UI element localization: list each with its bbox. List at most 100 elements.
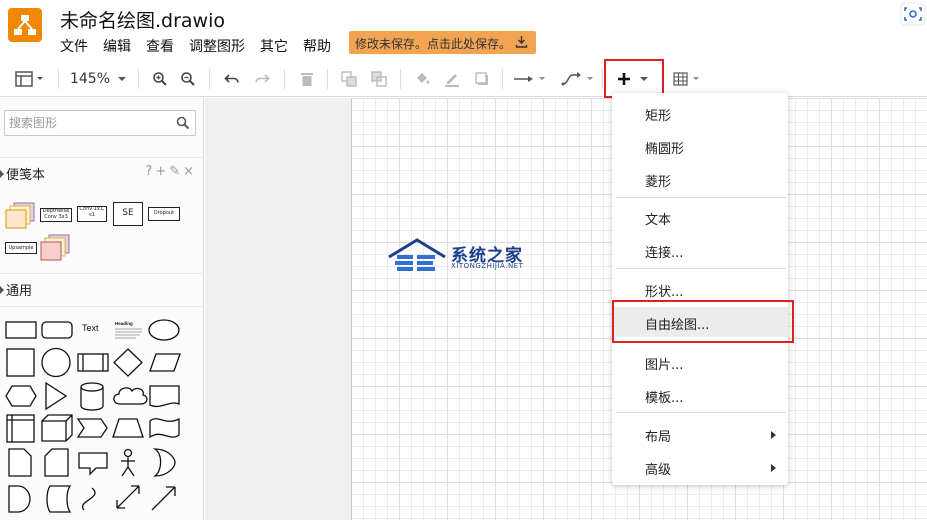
fill-bucket-icon <box>417 72 430 83</box>
rectangle-shape <box>5 321 37 339</box>
fill-color-button[interactable] <box>410 60 434 97</box>
text-shape: Text <box>82 323 99 333</box>
menu-separator <box>616 197 786 198</box>
connection-style-button[interactable] <box>510 60 550 97</box>
heading-shape: Heading <box>115 321 133 326</box>
menu-item-rectangle[interactable]: 矩形 <box>612 98 788 128</box>
freehand-item-highlight <box>612 300 794 343</box>
to-front-button[interactable] <box>337 60 361 97</box>
menu-view[interactable]: 查看 <box>146 36 174 56</box>
trapezoid-shape <box>112 418 144 438</box>
menu-item-ellipse[interactable]: 椭圆形 <box>612 131 788 161</box>
menu-item-template[interactable]: 模板... <box>612 380 788 410</box>
redo-button[interactable] <box>250 60 274 97</box>
shadow-icon <box>475 71 488 85</box>
toolbar: 145% <box>0 60 927 97</box>
scratchpad-header[interactable]: 便笺本 ? + ✎ × <box>0 157 204 187</box>
zoom-dropdown[interactable]: 145% <box>68 60 130 97</box>
menu-item-link[interactable]: 连接... <box>612 235 788 265</box>
menu-separator <box>616 268 786 269</box>
close-icon[interactable]: × <box>183 164 194 179</box>
general-shapes-header[interactable]: 通用 <box>0 273 204 303</box>
zoom-out-button[interactable] <box>176 60 200 97</box>
or-shape <box>8 485 31 513</box>
redo-icon <box>255 73 270 83</box>
help-icon[interactable]: ? <box>145 164 152 179</box>
menu-item-advanced[interactable]: 高级 <box>612 452 788 482</box>
sidebar-layout-icon <box>15 70 43 87</box>
cube-shape <box>41 414 73 442</box>
scratchpad-item-se[interactable]: SE <box>113 202 143 226</box>
line-color-button[interactable] <box>440 60 464 97</box>
menu-separator <box>616 412 786 413</box>
drawio-logo-icon <box>8 8 42 42</box>
menu-help[interactable]: 帮助 <box>303 36 331 56</box>
toolbar-divider <box>502 69 503 89</box>
document-title[interactable]: 未命名绘图.drawio <box>60 6 225 33</box>
cloud-shape <box>113 387 148 405</box>
general-shapes-title: 通用 <box>6 284 33 299</box>
menu-item-layout[interactable]: 布局 <box>612 419 788 449</box>
menu-arrange[interactable]: 调整图形 <box>189 36 245 56</box>
zoom-out-icon <box>181 71 195 86</box>
search-icon[interactable] <box>176 116 190 130</box>
zoom-in-icon <box>153 71 167 86</box>
toolbar-divider <box>327 69 328 89</box>
scratchpad-item-upsample[interactable]: Upsample <box>5 242 37 254</box>
drawing-canvas[interactable] <box>205 98 927 520</box>
document-shape <box>149 385 180 408</box>
unsaved-changes-button[interactable]: 修改未保存。点击此处保存。 <box>349 31 536 54</box>
shadow-button[interactable] <box>470 60 494 97</box>
menu-item-rhombus[interactable]: 菱形 <box>612 164 788 194</box>
crescent-shape <box>152 448 176 477</box>
app-header: 未命名绘图.drawio 文件 编辑 查看 调整图形 其它 帮助 修改未保存。点… <box>0 0 927 60</box>
to-front-icon <box>341 70 357 87</box>
menu-bar: 文件 编辑 查看 调整图形 其它 帮助 <box>60 36 346 56</box>
scratchpad-item-depthwise-conv[interactable]: Depthwise Conv 3x3 <box>40 208 72 222</box>
page-boundary <box>351 98 352 520</box>
collapse-triangle-icon <box>0 286 4 294</box>
hexagon-shape <box>5 385 37 407</box>
menu-item-image[interactable]: 图片... <box>612 347 788 377</box>
scratchpad-item-stacked-layers-2[interactable] <box>40 234 72 262</box>
toolbar-divider <box>138 69 139 89</box>
site-watermark: 系统之家 XITONGZHIJIA.NET <box>387 237 537 275</box>
screenshot-scan-icon[interactable] <box>900 2 926 26</box>
toolbar-divider <box>209 69 210 89</box>
trash-icon <box>301 72 313 86</box>
table-button[interactable] <box>668 60 708 97</box>
actor-head-shape <box>123 448 133 458</box>
insert-dropdown-menu: 矩形 椭圆形 菱形 文本 连接... 形状... 自由绘图... 图片... 模… <box>612 93 788 485</box>
table-icon <box>673 71 699 86</box>
tape-shape <box>149 417 180 439</box>
scratchpad-item-stacked-layers[interactable] <box>5 202 37 230</box>
undo-icon <box>224 73 239 83</box>
zoom-in-button[interactable] <box>148 60 172 97</box>
shape-search-input[interactable] <box>9 112 169 134</box>
curve-shape <box>81 487 96 511</box>
format-panel-toggle-button[interactable] <box>10 60 48 97</box>
scratchpad-item-dropout[interactable]: Dropout <box>148 207 180 221</box>
actor-body-shape <box>121 457 135 477</box>
note-shape <box>8 448 32 477</box>
menu-file[interactable]: 文件 <box>60 36 88 56</box>
undo-button[interactable] <box>220 60 244 97</box>
menu-item-text[interactable]: 文本 <box>612 202 788 232</box>
toolbar-divider <box>400 69 401 89</box>
waypoints-button[interactable] <box>558 60 598 97</box>
scratchpad-item-conv1x1[interactable]: Conv 1x1, s1 <box>77 206 107 222</box>
toolbar-divider <box>602 69 603 89</box>
save-notice-label: 修改未保存。点击此处保存。 <box>355 37 512 51</box>
to-back-button[interactable] <box>367 60 391 97</box>
menu-edit[interactable]: 编辑 <box>103 36 131 56</box>
toolbar-divider <box>58 69 59 89</box>
delete-button[interactable] <box>295 60 319 97</box>
add-icon[interactable]: + <box>155 164 166 179</box>
menu-extras[interactable]: 其它 <box>260 36 288 56</box>
arrow-shape <box>151 486 176 511</box>
edit-icon[interactable]: ✎ <box>169 164 180 179</box>
menu-item-advanced-label: 高级 <box>645 463 672 478</box>
section-divider <box>0 306 204 307</box>
double-arrow-shape <box>116 485 140 509</box>
toolbar-divider <box>284 69 285 89</box>
